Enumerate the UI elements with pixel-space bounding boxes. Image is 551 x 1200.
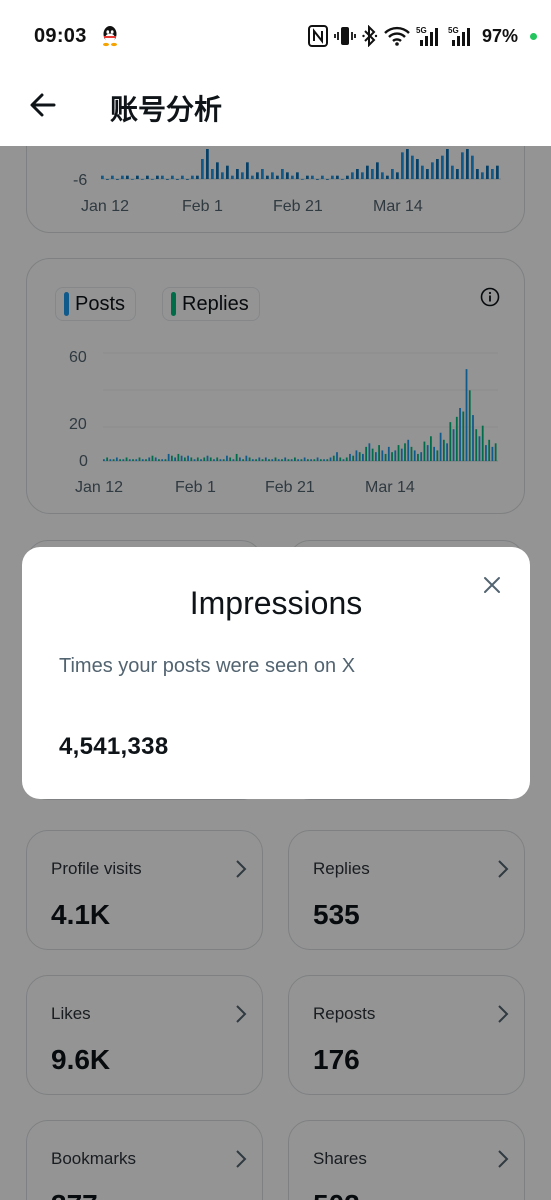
arrow-left-icon[interactable] — [28, 90, 58, 120]
qq-icon — [103, 26, 117, 47]
dialog-title: Impressions — [189, 585, 363, 621]
app-header: 账号分析 — [0, 72, 551, 146]
impressions-value: 4,541,338 — [59, 733, 169, 760]
status-icons: 5G 5G 97% — [307, 24, 537, 48]
status-bar: 09:03 5G 5G 97% — [0, 0, 551, 72]
dialog-description: Times your posts were seen on X — [59, 655, 356, 677]
nfc-icon — [307, 25, 328, 47]
battery-percentage: 97% — [481, 25, 518, 46]
svg-text:5G: 5G — [416, 26, 427, 35]
status-time: 09:03 — [34, 25, 87, 47]
charging-dot-icon — [530, 32, 537, 40]
wifi-icon — [384, 26, 410, 46]
vibrate-icon — [334, 27, 356, 45]
close-icon[interactable] — [482, 575, 502, 595]
page-title: 账号分析 — [110, 94, 223, 125]
svg-text:5G: 5G — [448, 26, 459, 35]
impressions-dialog: Impressions Times your posts were seen o… — [22, 547, 530, 799]
5g-signal-icon: 5G — [416, 26, 438, 46]
5g-signal-icon: 5G — [448, 26, 470, 46]
bluetooth-icon — [362, 25, 378, 47]
